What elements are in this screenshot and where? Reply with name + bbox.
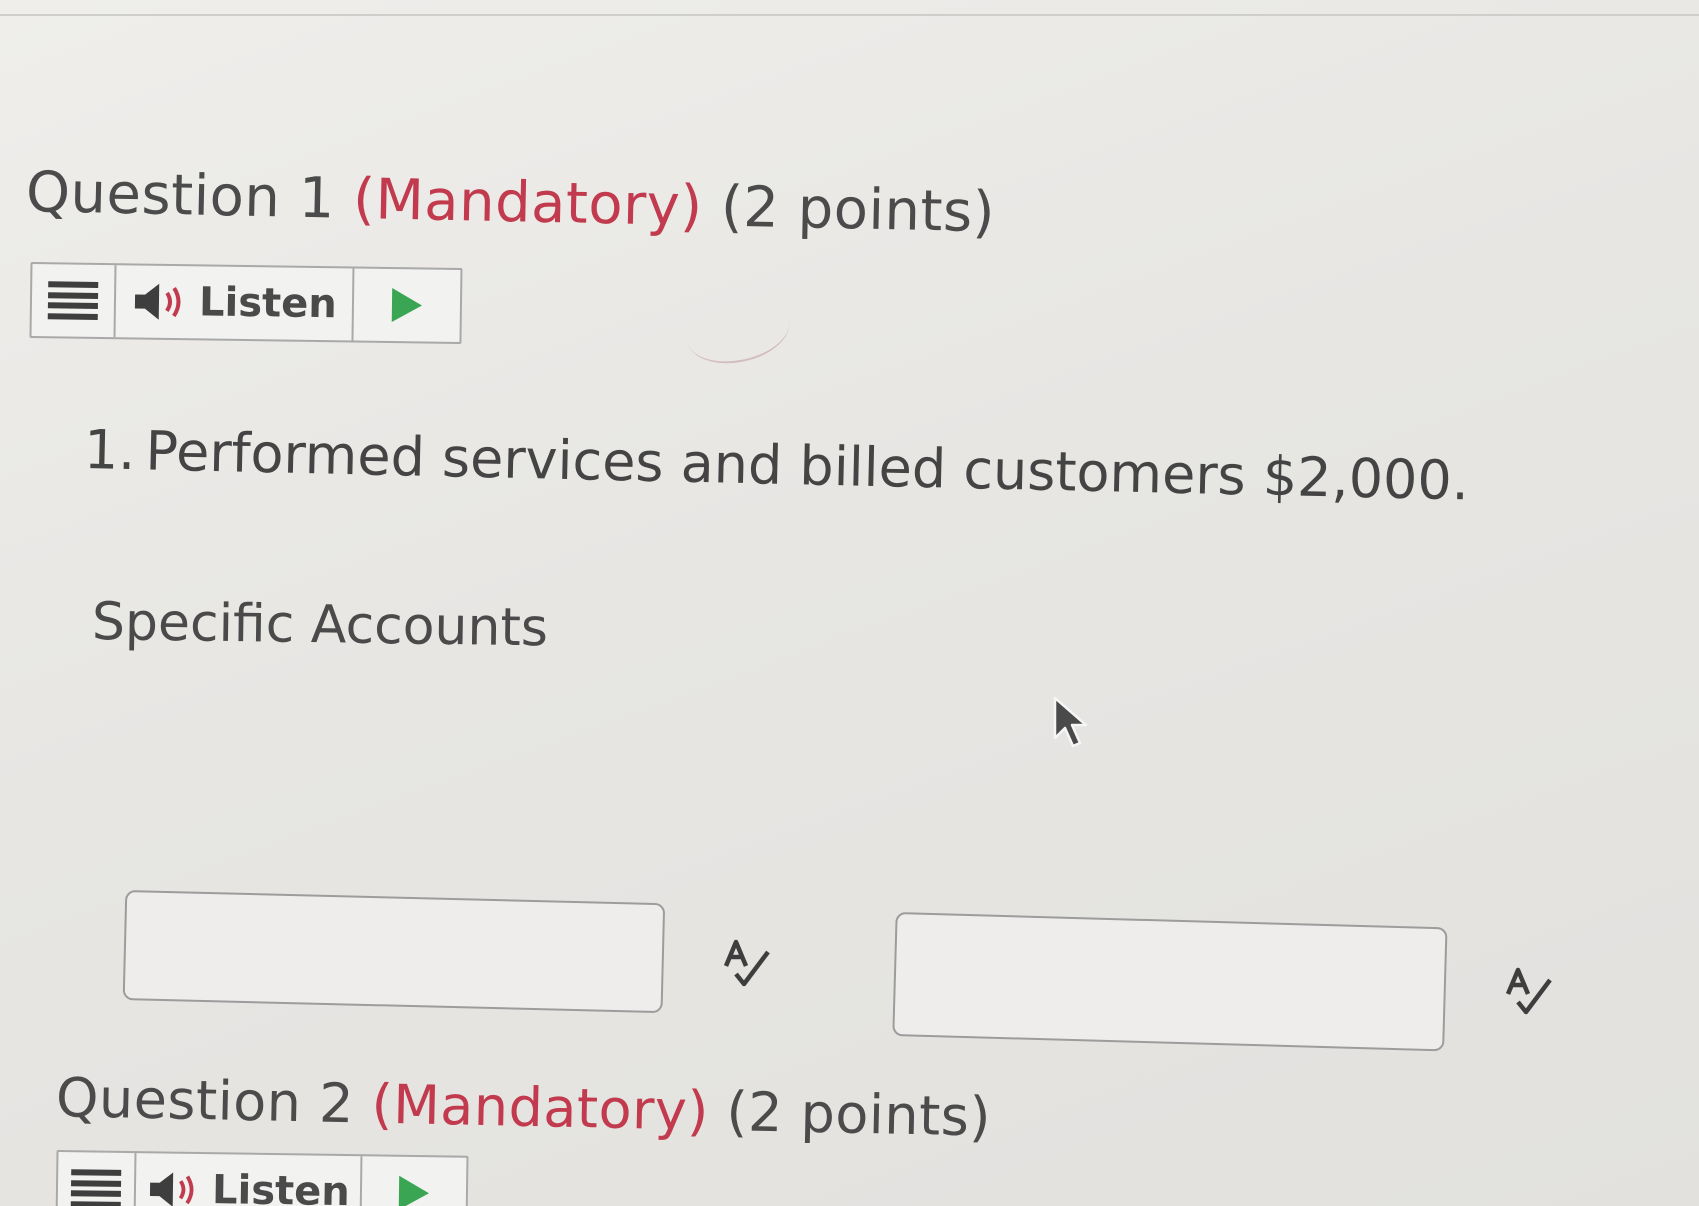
listen-label: Listen	[211, 1167, 351, 1206]
listen-label: Listen	[198, 279, 338, 328]
question-2-label: Question 2	[55, 1066, 355, 1136]
question-1-item: 1. Performed services and billed customer…	[83, 418, 1469, 512]
speaker-icon	[135, 283, 181, 320]
question-2-points: (2 points)	[725, 1080, 992, 1149]
spellcheck-icon[interactable]	[1500, 964, 1556, 1020]
question-1-label: Question 1	[25, 160, 336, 232]
question-2-listen-toolbar: Listen	[55, 1150, 469, 1206]
listen-button[interactable]: Listen	[115, 265, 355, 341]
menu-icon	[47, 281, 99, 320]
quiz-page: Question 1 (Mandatory) (2 points) Listen…	[0, 0, 1699, 1206]
listen-menu-button[interactable]	[57, 1152, 137, 1206]
play-button[interactable]	[361, 1156, 466, 1206]
account-input-2[interactable]	[892, 912, 1448, 1052]
menu-icon	[70, 1169, 122, 1206]
play-button[interactable]	[353, 269, 460, 342]
divider	[0, 14, 1699, 16]
item-text: Performed services and billed customers …	[144, 419, 1470, 513]
listen-button[interactable]: Listen	[135, 1153, 363, 1206]
account-input-1[interactable]	[122, 890, 666, 1014]
question-1-title: Question 1 (Mandatory) (2 points)	[25, 160, 995, 245]
listen-menu-button[interactable]	[31, 264, 117, 338]
screen-smudge	[680, 289, 796, 373]
play-icon	[391, 288, 423, 323]
play-icon	[398, 1175, 430, 1206]
specific-accounts-label: Specific Accounts	[91, 592, 549, 659]
spellcheck-icon[interactable]	[718, 936, 774, 992]
question-1-mandatory: (Mandatory)	[352, 166, 704, 240]
item-number: 1.	[83, 418, 137, 483]
mouse-pointer-icon	[1053, 696, 1088, 748]
question-1-listen-toolbar: Listen	[29, 262, 463, 345]
speaker-icon	[150, 1172, 194, 1206]
question-2-title: Question 2 (Mandatory) (2 points)	[55, 1066, 991, 1149]
question-2-mandatory: (Mandatory)	[370, 1072, 710, 1143]
question-1-points: (2 points)	[720, 174, 996, 246]
